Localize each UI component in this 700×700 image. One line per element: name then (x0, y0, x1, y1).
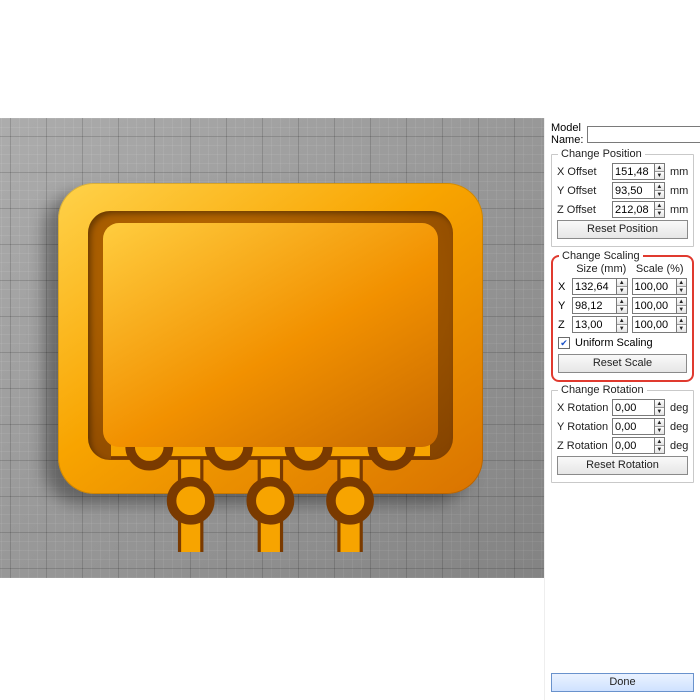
y-offset-input[interactable] (613, 183, 654, 198)
spinner-arrows-icon[interactable]: ▲▼ (616, 279, 626, 294)
reset-rotation-button[interactable]: Reset Rotation (557, 456, 688, 475)
z-rotation-unit: deg (668, 440, 688, 452)
rotation-group: Change Rotation X Rotation ▲▼ deg Y Rota… (551, 390, 694, 483)
y-rotation-unit: deg (668, 421, 688, 433)
y-size-stepper[interactable]: ▲▼ (572, 297, 628, 314)
spinner-arrows-icon[interactable]: ▲▼ (676, 279, 686, 294)
spinner-arrows-icon[interactable]: ▲▼ (654, 400, 664, 415)
spinner-arrows-icon[interactable]: ▲▼ (654, 202, 664, 217)
app-frame: Model Name: Change Position X Offset ▲▼ … (0, 0, 700, 700)
spinner-arrows-icon[interactable]: ▲▼ (654, 438, 664, 453)
scale-header: Scale (%) (633, 263, 688, 275)
scaling-group: Change Scaling Size (mm) Scale (%) X ▲▼ … (551, 255, 694, 382)
z-rotation-stepper[interactable]: ▲▼ (612, 437, 665, 454)
viewport-3d[interactable] (0, 118, 544, 578)
z-offset-stepper[interactable]: ▲▼ (612, 201, 665, 218)
model-name-label: Model Name: (551, 122, 583, 146)
y-scale-stepper[interactable]: ▲▼ (632, 297, 688, 314)
z-offset-input[interactable] (613, 202, 654, 217)
z-scale-input[interactable] (633, 317, 676, 332)
size-header: Size (mm) (574, 263, 629, 275)
x-size-stepper[interactable]: ▲▼ (572, 278, 628, 295)
spinner-arrows-icon[interactable]: ▲▼ (654, 183, 664, 198)
y-rotation-input[interactable] (613, 419, 654, 434)
z-size-input[interactable] (573, 317, 616, 332)
y-rotation-label: Y Rotation (557, 421, 609, 433)
panel-top-margin (544, 0, 700, 118)
x-scale-stepper[interactable]: ▲▼ (632, 278, 688, 295)
x-offset-input[interactable] (613, 164, 654, 179)
top-margin (0, 0, 544, 118)
x-offset-label: X Offset (557, 166, 609, 178)
rotation-title: Change Rotation (558, 384, 647, 396)
scaling-title: Change Scaling (559, 250, 643, 262)
checkmark-icon: ✔ (558, 337, 570, 349)
z-rotation-input[interactable] (613, 438, 654, 453)
axis-z-label: Z (558, 319, 568, 331)
spinner-arrows-icon[interactable]: ▲▼ (654, 419, 664, 434)
spinner-arrows-icon[interactable]: ▲▼ (676, 298, 686, 313)
y-offset-stepper[interactable]: ▲▼ (612, 182, 665, 199)
model-name-row: Model Name: (551, 122, 694, 146)
z-scale-stepper[interactable]: ▲▼ (632, 316, 688, 333)
bottom-margin (0, 578, 544, 700)
y-size-input[interactable] (573, 298, 616, 313)
y-offset-unit: mm (668, 185, 688, 197)
position-group: Change Position X Offset ▲▼ mm Y Offset … (551, 154, 694, 247)
y-scale-input[interactable] (633, 298, 676, 313)
spinner-arrows-icon[interactable]: ▲▼ (654, 164, 664, 179)
model-inner-well (111, 233, 430, 438)
reset-position-button[interactable]: Reset Position (557, 220, 688, 239)
spinner-arrows-icon[interactable]: ▲▼ (616, 298, 626, 313)
panel-footer: Done (551, 673, 694, 692)
x-rotation-label: X Rotation (557, 402, 609, 414)
x-scale-input[interactable] (633, 279, 676, 294)
spinner-arrows-icon[interactable]: ▲▼ (676, 317, 686, 332)
properties-panel: Model Name: Change Position X Offset ▲▼ … (544, 118, 700, 700)
model-name-input[interactable] (587, 126, 700, 143)
z-size-stepper[interactable]: ▲▼ (572, 316, 628, 333)
done-button[interactable]: Done (551, 673, 694, 692)
x-size-input[interactable] (573, 279, 616, 294)
z-offset-unit: mm (668, 204, 688, 216)
model-puzzle-cutter[interactable] (58, 183, 483, 494)
x-rotation-input[interactable] (613, 400, 654, 415)
reset-scale-button[interactable]: Reset Scale (558, 354, 687, 373)
axis-x-label: X (558, 281, 568, 293)
uniform-scaling-label: Uniform Scaling (575, 337, 653, 349)
axis-y-label: Y (558, 300, 568, 312)
uniform-scaling-checkbox[interactable]: ✔ Uniform Scaling (558, 337, 687, 349)
position-title: Change Position (558, 148, 645, 160)
x-rotation-unit: deg (668, 402, 688, 414)
y-rotation-stepper[interactable]: ▲▼ (612, 418, 665, 435)
z-rotation-label: Z Rotation (557, 440, 609, 452)
x-rotation-stepper[interactable]: ▲▼ (612, 399, 665, 416)
spinner-arrows-icon[interactable]: ▲▼ (616, 317, 626, 332)
x-offset-stepper[interactable]: ▲▼ (612, 163, 665, 180)
z-offset-label: Z Offset (557, 204, 609, 216)
y-offset-label: Y Offset (557, 185, 609, 197)
x-offset-unit: mm (668, 166, 688, 178)
